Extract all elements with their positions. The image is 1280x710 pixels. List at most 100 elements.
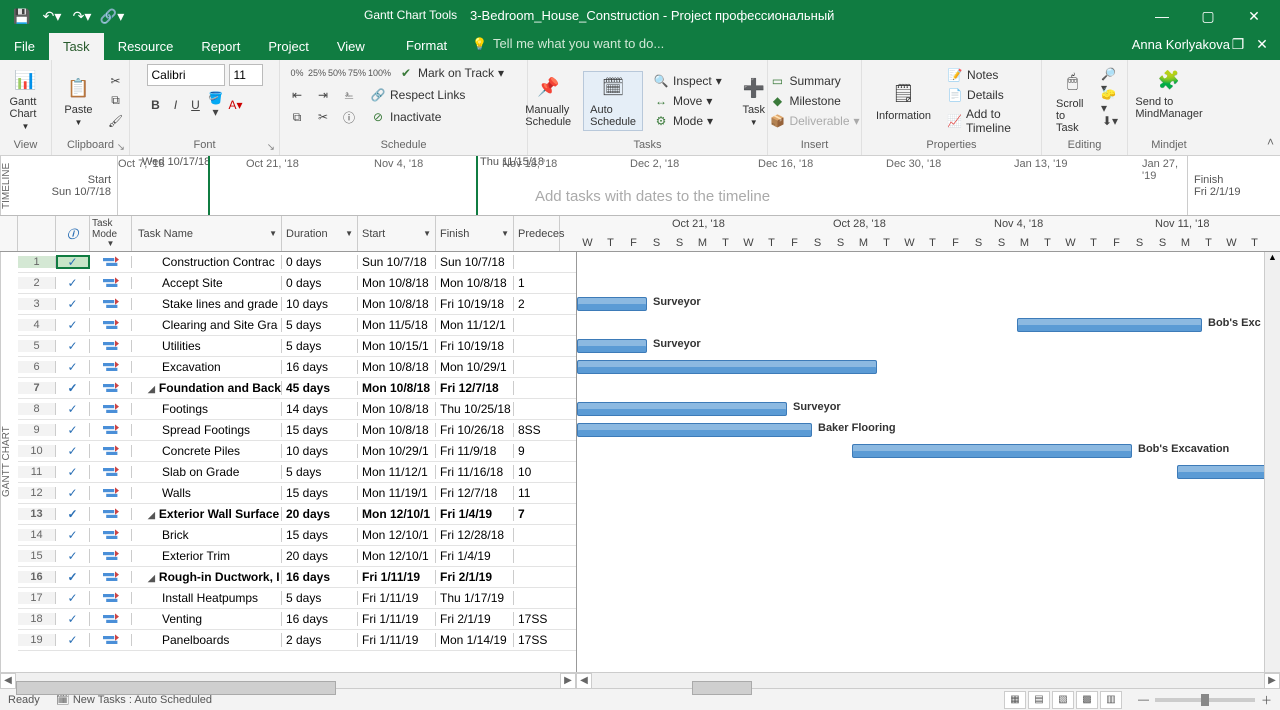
information-button[interactable]: 🗒Information [870, 78, 937, 124]
hscroll-right-arrow-r[interactable]: ▶ [1264, 673, 1280, 689]
task-name-cell[interactable]: Brick [132, 528, 282, 542]
indicator-cell[interactable]: ✓ [56, 612, 90, 626]
start-cell[interactable]: Mon 11/12/1 [358, 465, 436, 479]
start-cell[interactable]: Mon 10/8/18 [358, 402, 436, 416]
start-cell[interactable]: Mon 10/8/18 [358, 423, 436, 437]
duration-cell[interactable]: 15 days [282, 486, 358, 500]
finish-cell[interactable]: Thu 10/25/18 [436, 402, 514, 416]
auto-schedule-button[interactable]: 🗓Auto Schedule [583, 71, 643, 131]
view-calendar-button[interactable]: ▩ [1076, 691, 1098, 709]
indicator-cell[interactable]: ✓ [56, 465, 90, 479]
fill-icon[interactable]: ⬇▾ [1101, 112, 1119, 130]
task-row[interactable]: 15✓Exterior Trim20 daysMon 12/10/1Fri 1/… [18, 546, 576, 567]
task-name-cell[interactable]: Concrete Piles [132, 444, 282, 458]
row-number[interactable]: 18 [18, 613, 56, 625]
underline-button[interactable]: U [187, 96, 205, 114]
duration-cell[interactable]: 5 days [282, 591, 358, 605]
vertical-scrollbar[interactable]: ▲ [1264, 252, 1280, 672]
finish-cell[interactable]: Fri 10/19/18 [436, 339, 514, 353]
col-duration[interactable]: Duration▼ [282, 216, 358, 251]
indicator-cell[interactable]: ✓ [56, 297, 90, 311]
tab-project[interactable]: Project [254, 33, 322, 60]
task-row[interactable]: 3✓Stake lines and grade10 daysMon 10/8/1… [18, 294, 576, 315]
task-row[interactable]: 14✓Brick15 daysMon 12/10/1Fri 12/28/18 [18, 525, 576, 546]
task-name-cell[interactable]: Walls [132, 486, 282, 500]
indicator-cell[interactable]: ✓ [56, 444, 90, 458]
indicator-cell[interactable]: ✓ [56, 360, 90, 374]
gantt-bar[interactable] [1177, 465, 1277, 479]
indicator-cell[interactable]: ✓ [56, 381, 90, 395]
start-cell[interactable]: Mon 12/10/1 [358, 507, 436, 521]
predecessor-cell[interactable]: 10 [514, 465, 560, 479]
task-name-cell[interactable]: Utilities [132, 339, 282, 353]
gantt-bar[interactable] [577, 297, 647, 311]
outdent-icon[interactable]: ⇤ [288, 86, 306, 104]
finish-cell[interactable]: Fri 12/7/18 [436, 381, 514, 395]
view-gantt-button[interactable]: ▦ [1004, 691, 1026, 709]
col-start[interactable]: Start▼ [358, 216, 436, 251]
task-mode-cell[interactable] [90, 298, 132, 310]
task-name-cell[interactable]: Spread Footings [132, 423, 282, 437]
send-to-mindmanager-button[interactable]: 🧩Send to MindManager [1129, 64, 1208, 122]
task-mode-cell[interactable] [90, 529, 132, 541]
tab-resource[interactable]: Resource [104, 33, 188, 60]
task-name-cell[interactable]: Panelboards [132, 633, 282, 647]
timeline-selection[interactable] [208, 156, 478, 215]
start-cell[interactable]: Mon 12/10/1 [358, 549, 436, 563]
row-number[interactable]: 3 [18, 298, 56, 310]
task-mode-cell[interactable] [90, 571, 132, 583]
cut-icon[interactable]: ✂ [107, 72, 125, 90]
collapse-ribbon-button[interactable]: ˄ [1267, 135, 1274, 149]
font-launcher[interactable]: ↘ [267, 142, 275, 153]
pct-100[interactable]: 100% [368, 68, 386, 78]
task-row[interactable]: 18✓Venting16 daysFri 1/11/19Fri 2/1/1917… [18, 609, 576, 630]
manually-schedule-button[interactable]: 📌Manually Schedule [519, 72, 577, 130]
task-mode-cell[interactable] [90, 445, 132, 457]
gantt-bar[interactable] [577, 423, 812, 437]
finish-cell[interactable]: Fri 12/28/18 [436, 528, 514, 542]
task-row[interactable]: 10✓Concrete Piles10 daysMon 10/29/1Fri 1… [18, 441, 576, 462]
finish-cell[interactable]: Mon 10/29/1 [436, 360, 514, 374]
finish-cell[interactable]: Mon 11/12/1 [436, 318, 514, 332]
row-number[interactable]: 5 [18, 340, 56, 352]
gantt-bar[interactable] [852, 444, 1132, 458]
task-name-cell[interactable]: Venting [132, 612, 282, 626]
finish-cell[interactable]: Fri 1/4/19 [436, 549, 514, 563]
redo-icon[interactable]: ↷▾ [74, 8, 90, 24]
predecessor-cell[interactable]: 17SS [514, 612, 560, 626]
indicator-cell[interactable]: ✓ [56, 570, 90, 584]
tab-task[interactable]: Task [49, 33, 104, 60]
hscroll-left-arrow-r[interactable]: ▶ [560, 673, 576, 689]
user-name[interactable]: Anna Korlyakova [1132, 37, 1230, 52]
pct-0[interactable]: 0% [288, 68, 306, 78]
minimize-button[interactable]: — [1142, 0, 1182, 32]
finish-cell[interactable]: Mon 1/14/19 [436, 633, 514, 647]
start-cell[interactable]: Mon 12/10/1 [358, 528, 436, 542]
row-number[interactable]: 6 [18, 361, 56, 373]
indicator-cell[interactable]: ✓ [56, 528, 90, 542]
duration-cell[interactable]: 14 days [282, 402, 358, 416]
notes-button[interactable]: 📝Notes [943, 66, 1033, 84]
task-mode-cell[interactable] [90, 277, 132, 289]
gantt-chart-button[interactable]: 📊 Gantt Chart ▼ [4, 64, 48, 133]
task-name-cell[interactable]: Foundation and Back [132, 381, 282, 395]
start-cell[interactable]: Mon 10/29/1 [358, 444, 436, 458]
predecessor-cell[interactable]: 11 [514, 486, 560, 500]
split-icon[interactable]: ⎁ [340, 86, 358, 104]
gantt-bar[interactable] [1017, 318, 1202, 332]
task-row[interactable]: 8✓Footings14 daysMon 10/8/18Thu 10/25/18 [18, 399, 576, 420]
link-tasks-icon[interactable]: ⧉ [288, 108, 306, 126]
task-name-cell[interactable]: Accept Site [132, 276, 282, 290]
row-number[interactable]: 14 [18, 529, 56, 541]
info-icon[interactable]: ⓘ [340, 108, 358, 126]
start-cell[interactable]: Mon 11/5/18 [358, 318, 436, 332]
finish-cell[interactable]: Fri 10/19/18 [436, 297, 514, 311]
duration-cell[interactable]: 5 days [282, 318, 358, 332]
task-name-cell[interactable]: Footings [132, 402, 282, 416]
task-row[interactable]: 12✓Walls15 daysMon 11/19/1Fri 12/7/1811 [18, 483, 576, 504]
format-painter-icon[interactable]: 🖌 [107, 112, 125, 130]
finish-cell[interactable]: Fri 11/16/18 [436, 465, 514, 479]
indicator-cell[interactable]: ✓ [56, 318, 90, 332]
respect-links-button[interactable]: 🔗Respect Links [366, 86, 469, 104]
task-mode-cell[interactable] [90, 382, 132, 394]
